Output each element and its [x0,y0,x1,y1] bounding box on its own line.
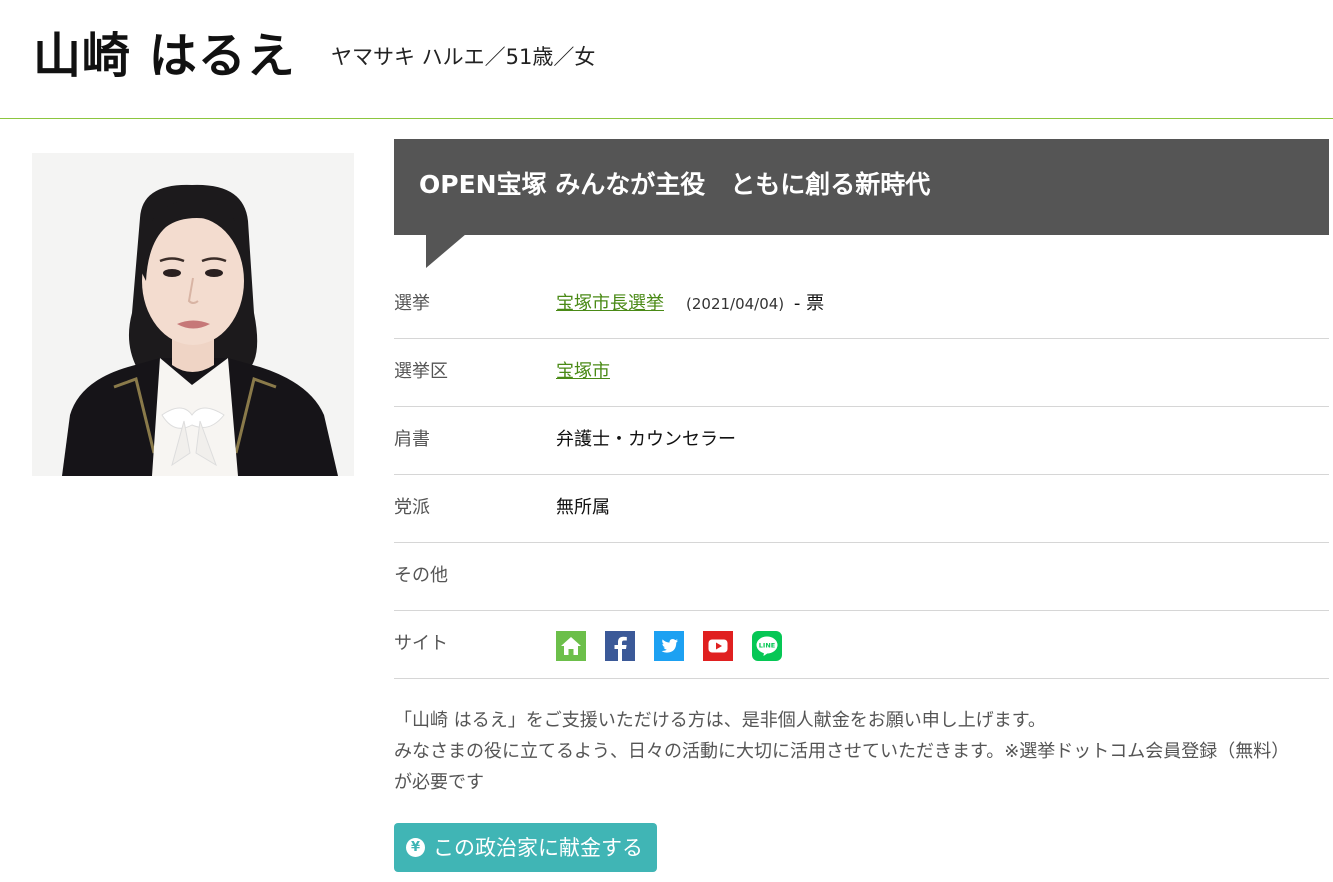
election-date: (2021/04/04) [686,295,785,313]
donation-note: 「山崎 はるえ」をご支援いただける方は、是非個人献金をお願い申し上げます。 みな… [394,705,1304,798]
home-icon[interactable] [556,631,586,661]
info-row-title: 肩書 弁護士・カウンセラー [394,407,1329,475]
candidate-name: 山崎 はるえ [33,28,296,84]
youtube-icon[interactable] [703,631,733,661]
election-label: 選挙 [394,293,430,314]
donate-button-label: この政治家に献金する [433,835,643,860]
donate-button[interactable]: ¥ この政治家に献金する [394,823,657,872]
candidate-kana-age-gender: ヤマサキ ハルエ／51歳／女 [331,45,596,69]
info-row-site: サイト LINE [394,611,1329,679]
site-label: サイト [394,633,448,654]
election-link[interactable]: 宝塚市長選挙 [556,293,664,314]
title-label: 肩書 [394,429,430,450]
facebook-icon[interactable] [605,631,635,661]
info-row-party: 党派 無所属 [394,475,1329,543]
other-label: その他 [394,565,448,586]
portrait-image [32,153,354,476]
title-value: 弁護士・カウンセラー [556,429,736,450]
donation-note-line2: みなさまの役に立てるよう、日々の活動に大切に活用させていただきます。※選挙ドット… [394,741,1290,793]
info-row-election: 選挙 宝塚市長選挙 (2021/04/04) - 票 [394,271,1329,339]
party-value: 無所属 [556,497,610,518]
party-label: 党派 [394,497,430,518]
election-votes: - 票 [793,293,825,314]
site-icons: LINE [556,631,801,661]
district-value: 宝塚市 [556,359,610,385]
line-icon[interactable]: LINE [752,631,782,661]
donation-note-line1: 「山崎 はるえ」をご支援いただける方は、是非個人献金をお願い申し上げます。 [394,710,1046,731]
info-row-other: その他 [394,543,1329,611]
election-value: 宝塚市長選挙 (2021/04/04) - 票 [556,291,824,317]
twitter-icon[interactable] [654,631,684,661]
yen-icon: ¥ [406,838,425,857]
profile-header: 山崎 はるえ ヤマサキ ハルエ／51歳／女 [0,0,1333,119]
info-row-district: 選挙区 宝塚市 [394,339,1329,407]
district-link[interactable]: 宝塚市 [556,361,610,382]
candidate-photo [32,153,354,476]
line-icon-text: LINE [759,642,775,650]
district-label: 選挙区 [394,361,448,382]
slogan-banner: OPEN宝塚 みんなが主役 ともに創る新時代 [394,139,1329,235]
candidate-info-table: 選挙 宝塚市長選挙 (2021/04/04) - 票 選挙区 宝塚市 肩書 弁護士… [394,271,1329,679]
slogan-banner-tail [426,234,466,268]
slogan-text: OPEN宝塚 みんなが主役 ともに創る新時代 [419,170,931,199]
